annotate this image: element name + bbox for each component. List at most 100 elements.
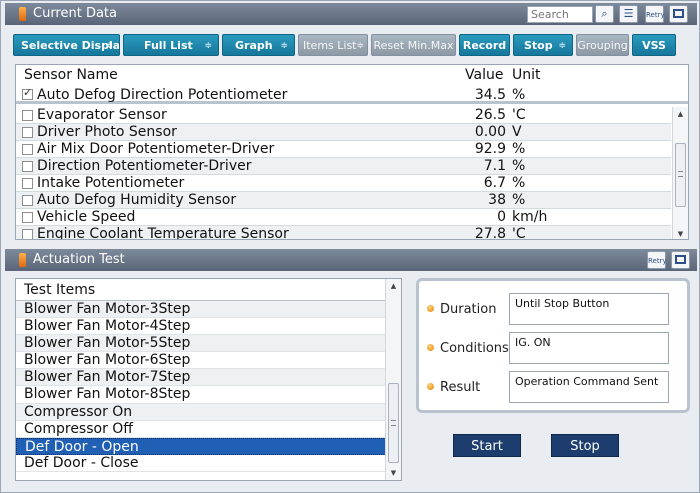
items-list-button[interactable]: Items List ≑: [298, 34, 368, 56]
list-view-icon[interactable]: ☰: [619, 5, 638, 23]
sensor-unit: %: [512, 158, 526, 174]
sensor-row[interactable]: Direction Potentiometer-Driver 7.1%: [16, 158, 671, 175]
list-item[interactable]: Blower Fan Motor-3Step: [16, 301, 388, 319]
row-checkbox[interactable]: [22, 178, 33, 189]
sensor-value: 34.5: [474, 87, 506, 103]
duration-label: Duration: [427, 302, 496, 317]
sensor-row[interactable]: Driver Photo Sensor 0.00 V: [16, 124, 671, 141]
sensor-row[interactable]: Evaporator Sensor 26.5 'C: [16, 107, 671, 124]
scrollbar-thumb[interactable]: [675, 143, 686, 207]
list-item[interactable]: Compressor Off: [16, 421, 388, 438]
pinned-sensor-row[interactable]: Auto Defog Direction Potentiometer 34.5 …: [16, 85, 688, 104]
sensor-value: 26.5: [474, 107, 506, 123]
dropdown-arrow-icon: ≑: [558, 41, 566, 51]
sensor-value: 92.9: [474, 141, 506, 157]
list-item-selected[interactable]: Def Door - Open: [16, 437, 388, 455]
pinned-row-checkbox[interactable]: [22, 86, 33, 100]
current-data-toolbar: Selective Display ≑ Full List ≑ Graph ≑ …: [13, 34, 693, 56]
actuation-test-titlebar: Actuation Test Retry: [5, 249, 697, 271]
sensor-name: Intake Potentiometer: [37, 175, 185, 191]
retry-icon[interactable]: Retry: [647, 251, 667, 269]
sensor-name: Engine Coolant Temperature Sensor: [37, 226, 289, 240]
sensor-unit: %: [512, 192, 526, 208]
sensor-name: Evaporator Sensor: [37, 107, 167, 123]
search-input[interactable]: [527, 6, 593, 23]
scroll-down-icon[interactable]: ▼: [386, 466, 401, 480]
section-marker-icon: [19, 253, 26, 267]
sensor-row[interactable]: Auto Defog Humidity Sensor 38%: [16, 192, 671, 209]
list-item[interactable]: Compressor On: [16, 403, 388, 421]
sensor-value: 6.7: [483, 175, 506, 191]
graph-button[interactable]: Graph ≑: [222, 34, 295, 56]
sensor-row[interactable]: Air Mix Door Potentiometer-Driver 92.9%: [16, 141, 671, 158]
sensor-row[interactable]: Vehicle Speed 0 km/h: [16, 209, 671, 226]
row-checkbox[interactable]: [22, 144, 33, 155]
result-value: Operation Command Sent: [509, 371, 669, 403]
sensor-name: Vehicle Speed: [37, 209, 136, 225]
current-data-titlebar: Current Data ⌕ ☰ Retry: [5, 3, 697, 25]
scroll-down-icon[interactable]: ▼: [673, 227, 688, 239]
dropdown-arrow-icon: ≑: [204, 41, 212, 51]
conditions-label: Conditions: [427, 341, 509, 356]
grouping-button[interactable]: Grouping: [576, 34, 629, 56]
maximize-icon[interactable]: [671, 251, 690, 269]
sensor-value: 7.1: [483, 158, 506, 174]
sensor-name: Air Mix Door Potentiometer-Driver: [37, 141, 275, 157]
sensor-value: 27.8: [474, 226, 506, 240]
column-value: Value: [465, 67, 504, 83]
sensor-unit: 'C: [512, 226, 526, 240]
dropdown-arrow-icon: ≑: [356, 41, 364, 51]
sensor-name: Auto Defog Humidity Sensor: [37, 192, 237, 208]
search-zoom-icon[interactable]: ⌕: [595, 5, 614, 23]
retry-icon[interactable]: Retry: [645, 5, 665, 23]
scroll-up-icon[interactable]: ▲: [386, 279, 401, 293]
row-checkbox[interactable]: [22, 195, 33, 206]
sensor-unit: %: [512, 141, 526, 157]
full-list-button[interactable]: Full List ≑: [123, 34, 219, 56]
list-item[interactable]: Blower Fan Motor-4Step: [16, 318, 388, 336]
list-item[interactable]: Def Door - Close: [16, 455, 388, 472]
app-window: Current Data ⌕ ☰ Retry Selective Display…: [0, 0, 700, 493]
start-button[interactable]: Start: [453, 434, 521, 457]
list-item[interactable]: Blower Fan Motor-5Step: [16, 335, 388, 353]
reset-min-max-button[interactable]: Reset Min.Max: [371, 34, 456, 56]
list-item[interactable]: Blower Fan Motor-7Step: [16, 369, 388, 387]
sensor-row[interactable]: Engine Coolant Temperature Sensor 27.8 'C: [16, 226, 671, 240]
stop-button[interactable]: Stop: [551, 434, 619, 457]
record-button[interactable]: Record: [459, 34, 510, 56]
sensor-unit: %: [512, 87, 526, 103]
sensor-unit: km/h: [512, 209, 548, 225]
sensor-name: Direction Potentiometer-Driver: [37, 158, 252, 174]
test-items-scrollbar[interactable]: ▲ ▼: [385, 279, 401, 480]
sensor-name: Driver Photo Sensor: [37, 124, 177, 140]
sensor-table-header: Sensor Name Value Unit: [16, 65, 688, 85]
row-checkbox[interactable]: [22, 229, 33, 239]
row-checkbox[interactable]: [22, 127, 33, 138]
column-sensor-name: Sensor Name: [24, 67, 118, 83]
row-checkbox[interactable]: [22, 161, 33, 172]
test-detail-panel: Duration Until Stop Button Conditions IG…: [416, 278, 690, 413]
sensor-unit: %: [512, 175, 526, 191]
sensor-value: 0.00: [474, 124, 506, 140]
sensor-scrollbar[interactable]: ▲ ▼: [672, 107, 688, 239]
current-data-title: Current Data: [33, 6, 117, 21]
sensor-rows: Evaporator Sensor 26.5 'C Driver Photo Sen…: [16, 107, 671, 240]
list-item[interactable]: Blower Fan Motor-8Step: [16, 386, 388, 404]
row-checkbox[interactable]: [22, 212, 33, 223]
column-unit: Unit: [512, 67, 541, 83]
sensor-row[interactable]: Intake Potentiometer 6.7%: [16, 175, 671, 192]
vss-button[interactable]: VSS: [632, 34, 676, 56]
sensor-unit: 'C: [512, 107, 526, 123]
bullet-icon: [427, 344, 434, 351]
bullet-icon: [427, 305, 434, 312]
scroll-up-icon[interactable]: ▲: [673, 107, 688, 121]
row-checkbox[interactable]: [22, 110, 33, 121]
selective-display-button[interactable]: Selective Display ≑: [13, 34, 120, 56]
stop-record-button[interactable]: Stop ≑: [513, 34, 573, 56]
list-item[interactable]: Blower Fan Motor-6Step: [16, 352, 388, 370]
sensor-value: 0: [497, 209, 506, 225]
maximize-icon[interactable]: [669, 5, 688, 23]
sensor-unit: V: [512, 124, 522, 140]
test-item-rows: Blower Fan Motor-3Step Blower Fan Motor-…: [16, 301, 388, 472]
scrollbar-thumb[interactable]: [388, 383, 399, 463]
